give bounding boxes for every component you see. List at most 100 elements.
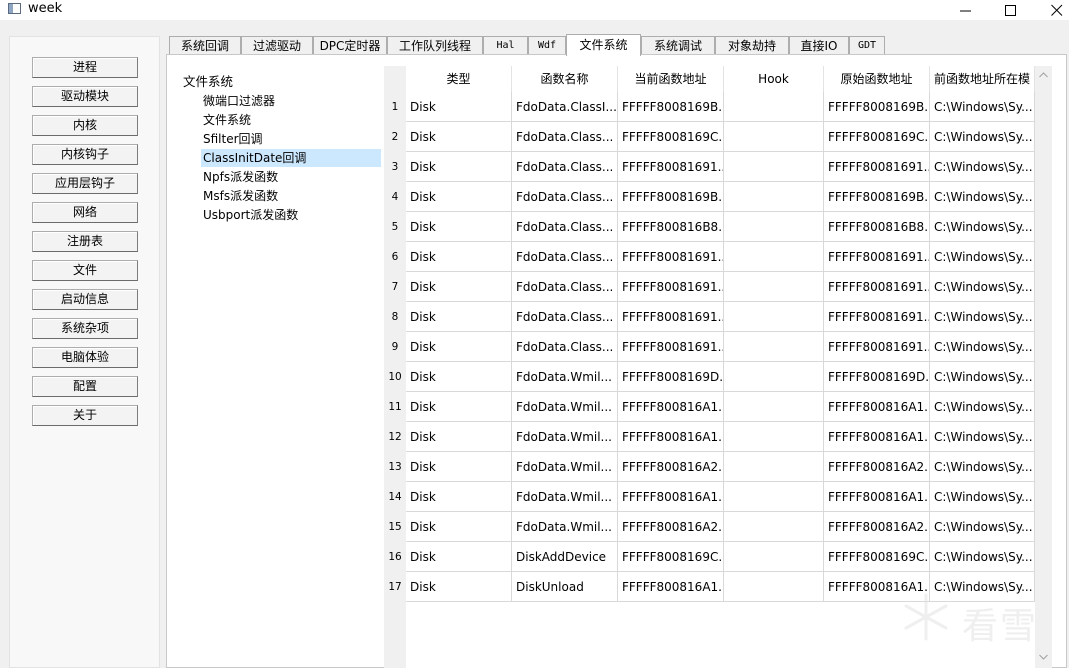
- tab[interactable]: 过滤驱动: [241, 36, 313, 55]
- table-cell[interactable]: C:\Windows\Sy...: [930, 92, 1035, 122]
- table-cell[interactable]: FdoData.Class...: [512, 302, 618, 332]
- table-cell[interactable]: [724, 272, 824, 302]
- row-number[interactable]: 11: [384, 392, 406, 422]
- table-cell[interactable]: DiskUnload: [512, 572, 618, 602]
- table-cell[interactable]: FFFFF80081691...: [618, 272, 724, 302]
- column-header-cell[interactable]: 原始函数地址: [824, 66, 930, 92]
- tree-root[interactable]: 文件系统: [183, 71, 233, 90]
- table-cell[interactable]: FFFFF800816A2...: [618, 452, 724, 482]
- tree-item[interactable]: Npfs派发函数: [201, 168, 280, 186]
- table-cell[interactable]: FFFFF80081691...: [618, 152, 724, 182]
- tree-item[interactable]: 文件系统: [201, 111, 253, 129]
- row-number[interactable]: 10: [384, 362, 406, 392]
- table-cell[interactable]: FFFFF800816A1...: [824, 482, 930, 512]
- table-cell[interactable]: [724, 182, 824, 212]
- table-cell[interactable]: [724, 212, 824, 242]
- table-cell[interactable]: [724, 512, 824, 542]
- table-cell[interactable]: FFFFF80081691...: [618, 302, 724, 332]
- table-cell[interactable]: Disk: [406, 452, 512, 482]
- table-cell[interactable]: FdoData.Class...: [512, 242, 618, 272]
- table-cell[interactable]: FFFFF80081691...: [824, 302, 930, 332]
- table-cell[interactable]: Disk: [406, 302, 512, 332]
- tab[interactable]: 系统回调: [169, 36, 241, 55]
- table-cell[interactable]: FFFFF800816A2...: [824, 512, 930, 542]
- column-header-cell[interactable]: 函数名称: [512, 66, 618, 92]
- table-cell[interactable]: FFFFF8008169C...: [618, 122, 724, 152]
- row-number[interactable]: 4: [384, 182, 406, 212]
- sidebar-button[interactable]: 内核: [32, 115, 138, 136]
- table-cell[interactable]: FFFFF800816A1...: [824, 392, 930, 422]
- row-number[interactable]: 3: [384, 152, 406, 182]
- table-cell[interactable]: [724, 152, 824, 182]
- row-number[interactable]: 13: [384, 452, 406, 482]
- vertical-scrollbar[interactable]: [1035, 66, 1052, 668]
- table-cell[interactable]: C:\Windows\Sy...: [930, 452, 1035, 482]
- row-number[interactable]: 5: [384, 212, 406, 242]
- table-cell[interactable]: FFFFF8008169C...: [824, 122, 930, 152]
- sidebar-button[interactable]: 进程: [32, 57, 138, 78]
- table-cell[interactable]: Disk: [406, 572, 512, 602]
- table-cell[interactable]: Disk: [406, 362, 512, 392]
- table-cell[interactable]: Disk: [406, 212, 512, 242]
- table-cell[interactable]: FFFFF800816A1...: [618, 482, 724, 512]
- column-header-cell[interactable]: Hook: [724, 66, 824, 92]
- column-header-cell[interactable]: 前函数地址所在模: [930, 66, 1035, 92]
- sidebar-button[interactable]: 电脑体验: [32, 347, 138, 368]
- table-cell[interactable]: FFFFF8008169D...: [618, 362, 724, 392]
- table-cell[interactable]: FdoData.Class...: [512, 272, 618, 302]
- table-cell[interactable]: Disk: [406, 392, 512, 422]
- table-cell[interactable]: FFFFF800816A1...: [824, 422, 930, 452]
- table-cell[interactable]: FFFFF80081691...: [824, 272, 930, 302]
- table-cell[interactable]: FFFFF8008169B...: [824, 182, 930, 212]
- row-number[interactable]: 7: [384, 272, 406, 302]
- table-cell[interactable]: FdoData.Class...: [512, 182, 618, 212]
- sidebar-button[interactable]: 启动信息: [32, 289, 138, 310]
- table-cell[interactable]: FdoData.Wmil...: [512, 482, 618, 512]
- row-number[interactable]: 15: [384, 512, 406, 542]
- table-cell[interactable]: [724, 422, 824, 452]
- table-cell[interactable]: C:\Windows\Sy...: [930, 422, 1035, 452]
- table-cell[interactable]: FdoData.Wmil...: [512, 362, 618, 392]
- table-cell[interactable]: FFFFF800816A1...: [618, 572, 724, 602]
- table-cell[interactable]: FFFFF8008169C...: [618, 542, 724, 572]
- table-cell[interactable]: FdoData.ClassI...: [512, 92, 618, 122]
- table-cell[interactable]: [724, 482, 824, 512]
- tab[interactable]: Hal: [483, 36, 528, 55]
- tree-item[interactable]: 微端口过滤器: [201, 92, 277, 110]
- table-cell[interactable]: [724, 572, 824, 602]
- maximize-button[interactable]: [988, 0, 1034, 20]
- table-cell[interactable]: C:\Windows\Sy...: [930, 272, 1035, 302]
- table-cell[interactable]: FFFFF800816A1...: [618, 422, 724, 452]
- table-cell[interactable]: [724, 332, 824, 362]
- scroll-up-icon[interactable]: [1039, 72, 1048, 78]
- sidebar-button[interactable]: 系统杂项: [32, 318, 138, 339]
- table-cell[interactable]: C:\Windows\Sy...: [930, 542, 1035, 572]
- column-header-cell[interactable]: 类型: [406, 66, 512, 92]
- table-cell[interactable]: Disk: [406, 422, 512, 452]
- table-cell[interactable]: Disk: [406, 512, 512, 542]
- table-cell[interactable]: C:\Windows\Sy...: [930, 362, 1035, 392]
- row-number[interactable]: 2: [384, 122, 406, 152]
- table-cell[interactable]: FdoData.Class...: [512, 122, 618, 152]
- row-number[interactable]: 16: [384, 542, 406, 572]
- table-cell[interactable]: FFFFF8008169B...: [824, 92, 930, 122]
- table-cell[interactable]: Disk: [406, 242, 512, 272]
- row-number[interactable]: 12: [384, 422, 406, 452]
- table-cell[interactable]: [724, 302, 824, 332]
- table-cell[interactable]: Disk: [406, 152, 512, 182]
- table-cell[interactable]: FFFFF800816B8...: [618, 212, 724, 242]
- row-number[interactable]: 6: [384, 242, 406, 272]
- table-cell[interactable]: FFFFF800816A2...: [824, 452, 930, 482]
- table-cell[interactable]: [724, 362, 824, 392]
- table-cell[interactable]: FFFFF80081691...: [618, 332, 724, 362]
- table-cell[interactable]: FFFFF8008169D...: [824, 362, 930, 392]
- table-cell[interactable]: DiskAddDevice: [512, 542, 618, 572]
- table-cell[interactable]: C:\Windows\Sy...: [930, 392, 1035, 422]
- row-number[interactable]: 17: [384, 572, 406, 602]
- table-cell[interactable]: C:\Windows\Sy...: [930, 152, 1035, 182]
- table-cell[interactable]: FdoData.Wmil...: [512, 512, 618, 542]
- sidebar-button[interactable]: 注册表: [32, 231, 138, 252]
- table-cell[interactable]: C:\Windows\Sy...: [930, 242, 1035, 272]
- table-cell[interactable]: FFFFF800816B8...: [824, 212, 930, 242]
- sidebar-button[interactable]: 配置: [32, 376, 138, 397]
